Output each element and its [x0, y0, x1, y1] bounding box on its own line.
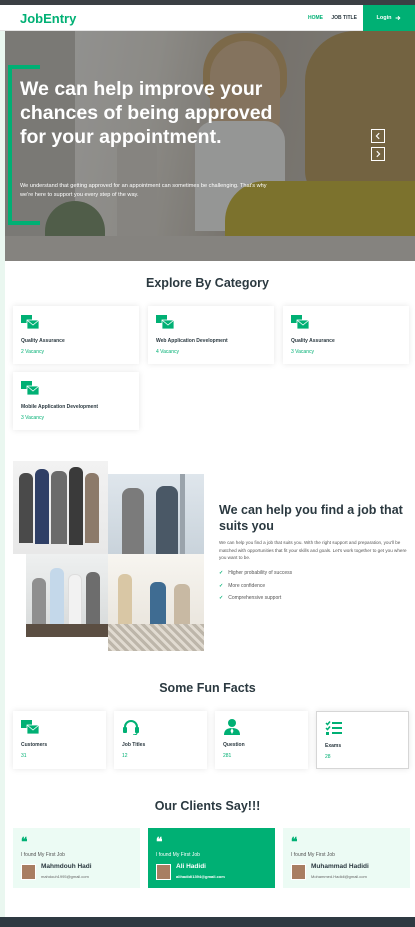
login-button[interactable]: Login [363, 5, 415, 31]
category-name: Mobile Application Development [21, 404, 99, 410]
carousel-next-button[interactable] [371, 147, 385, 161]
about-point: ✓ Higher probability of success [219, 570, 292, 576]
clients-section-title: Our Clients Say!!! [154, 799, 261, 813]
mail-bulk-icon [21, 315, 39, 329]
fact-card: Exams 28 [316, 711, 409, 769]
check-icon: ✓ [219, 570, 224, 576]
testimonial-email: alihadidi1394@gmail.com [176, 874, 225, 879]
testimonial-text: I found My First Job [156, 852, 200, 858]
facts-section-title: Some Fun Facts [159, 681, 256, 695]
hero-carousel: We can help improve your chances of bein… [5, 31, 415, 261]
brand-logo[interactable]: JobEntry [20, 11, 76, 26]
headset-icon [123, 720, 139, 735]
about-photo-celebration [26, 554, 108, 637]
hero-accent-bar [8, 65, 40, 69]
hero-subtitle: We understand that getting approved for … [20, 183, 267, 198]
about-photo-office [108, 554, 204, 651]
quote-left-icon: ❝ [291, 835, 298, 849]
chevron-right-icon [376, 150, 381, 158]
fact-card: Customers 31 [13, 711, 106, 769]
about-text: We can help you find a job that suits yo… [219, 540, 407, 560]
category-card[interactable]: Web Application Development 4 Vacancy [148, 306, 274, 364]
quote-left-icon: ❝ [21, 835, 28, 849]
avatar [21, 864, 36, 880]
quote-left-icon: ❝ [156, 835, 163, 849]
category-name: Quality Assurance [291, 338, 335, 344]
fact-label: Question [223, 742, 245, 748]
fact-label: Exams [325, 743, 342, 749]
hero-accent-bar [8, 65, 12, 225]
about-point-label: More confidence [228, 583, 266, 589]
testimonial-email: mahdouh1995@gmail.com [41, 874, 89, 879]
nav-links: HOME JOB TITLE [308, 15, 364, 21]
testimonial-text: I found My First Job [21, 852, 65, 858]
carousel-prev-button[interactable] [371, 129, 385, 143]
testimonial-card[interactable]: ❝ I found My First Job Ali Hadidi alihad… [148, 828, 275, 888]
avatar [156, 864, 171, 880]
fact-card: Question 281 [215, 711, 308, 769]
check-icon: ✓ [219, 595, 224, 601]
fact-value: 31 [21, 753, 27, 759]
mail-bulk-icon [291, 315, 309, 329]
testimonial-text: I found My First Job [291, 852, 335, 858]
fact-label: Job Titles [122, 742, 146, 748]
about-point: ✓ More confidence [219, 583, 265, 589]
mail-bulk-icon [21, 720, 39, 735]
nav-link-job-title[interactable]: JOB TITLE [331, 15, 357, 21]
nav-link-home[interactable]: HOME [308, 15, 323, 21]
hero-title: We can help improve your chances of bein… [20, 78, 273, 148]
category-card[interactable]: Quality Assurance 3 Vacancy [283, 306, 409, 364]
mail-bulk-icon [156, 315, 174, 329]
footer [0, 917, 415, 927]
login-button-label: Login [376, 15, 392, 21]
fact-value: 28 [325, 754, 331, 760]
testimonial-name: Ali Hadidi [176, 863, 206, 870]
testimonial-name: Mahmdouh Hadi [41, 863, 92, 870]
category-section-title: Explore By Category [146, 276, 269, 290]
about-title: We can help you find a job that suits yo… [219, 503, 403, 533]
about-photo-handshake [108, 474, 204, 554]
category-name: Web Application Development [156, 338, 228, 344]
testimonial-email: Mohammed.Hadidi@gmail.com [311, 874, 367, 879]
hero-accent-bar [8, 221, 40, 225]
avatar [291, 864, 306, 880]
about-point-label: Higher probability of success [228, 570, 293, 576]
fact-value: 12 [122, 753, 128, 759]
about-point-label: Comprehensive support [228, 595, 282, 601]
arrow-right-icon [396, 15, 401, 21]
fact-label: Customers [21, 742, 48, 748]
tasks-icon [325, 721, 342, 735]
navbar: JobEntry HOME JOB TITLE [0, 5, 415, 31]
fact-value: 281 [223, 753, 232, 759]
category-vacancy-count: 3 Vacancy [291, 349, 314, 355]
about-point: ✓ Comprehensive support [219, 595, 281, 601]
fact-card: Job Titles 12 [114, 711, 207, 769]
chevron-left-icon [375, 132, 380, 140]
testimonial-card[interactable]: ❝ I found My First Job Mahmdouh Hadi mah… [13, 828, 140, 888]
category-vacancy-count: 3 Vacancy [21, 415, 44, 421]
category-vacancy-count: 4 Vacancy [156, 349, 179, 355]
category-card[interactable]: Quality Assurance 2 Vacancy [13, 306, 139, 364]
about-photo-team [13, 461, 108, 554]
category-vacancy-count: 2 Vacancy [21, 349, 44, 355]
mail-bulk-icon [21, 381, 39, 395]
testimonial-name: Muhammad Hadidi [311, 863, 369, 870]
category-name: Quality Assurance [21, 338, 65, 344]
category-card[interactable]: Mobile Application Development 3 Vacancy [13, 372, 139, 430]
check-icon: ✓ [219, 583, 224, 589]
user-tie-icon [224, 719, 240, 735]
testimonial-card[interactable]: ❝ I found My First Job Muhammad Hadidi M… [283, 828, 410, 888]
